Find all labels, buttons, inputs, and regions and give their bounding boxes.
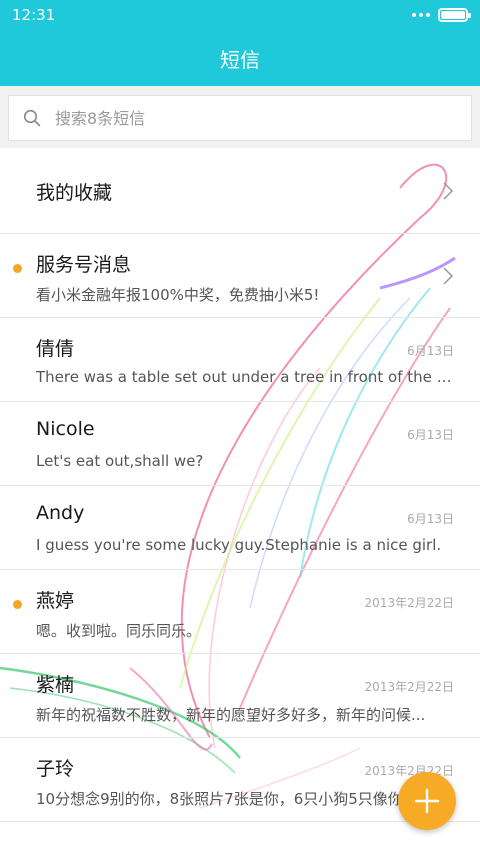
status-bar: 12:31 xyxy=(0,0,480,30)
conversation-row[interactable]: Andy 6月13日 I guess you're some lucky guy… xyxy=(0,486,480,570)
conversation-preview: Let's eat out,shall we? xyxy=(36,452,204,470)
conversation-date: 6月13日 xyxy=(407,512,454,526)
conversation-name: 燕婷 xyxy=(36,590,75,612)
conversation-preview: There was a table set out under a tree i… xyxy=(36,368,452,386)
new-message-button[interactable] xyxy=(398,772,456,830)
more-dots-icon xyxy=(412,13,430,17)
conversation-name: 服务号消息 xyxy=(36,254,132,276)
conversation-preview: 10分想念9别的你，8张照片7张是你，6只小狗5只像你... xyxy=(36,790,418,808)
conversation-name: 紫楠 xyxy=(36,674,75,696)
conversation-row[interactable]: 紫楠 2013年2月22日 新年的祝福数不胜数，新年的愿望好多好多，新年的问候.… xyxy=(0,654,480,738)
status-icons xyxy=(412,8,471,22)
conversation-name: 子玲 xyxy=(36,758,75,780)
conversation-list: 我的收藏 服务号消息 看小米金融年报100%中奖，免费抽小米5! 倩倩 6月13… xyxy=(0,148,480,822)
search-icon xyxy=(23,109,41,127)
search-box[interactable] xyxy=(8,95,472,141)
conversation-preview: 嗯。收到啦。同乐同乐。 xyxy=(36,622,202,640)
conversation-preview: 看小米金融年报100%中奖，免费抽小米5! xyxy=(36,286,320,304)
conversation-row[interactable]: 服务号消息 看小米金融年报100%中奖，免费抽小米5! xyxy=(0,234,480,318)
conversation-date: 6月13日 xyxy=(407,344,454,358)
conversation-name: Nicole xyxy=(36,418,95,440)
conversation-row[interactable]: 燕婷 2013年2月22日 嗯。收到啦。同乐同乐。 xyxy=(0,570,480,654)
conversation-row[interactable]: 倩倩 6月13日 There was a table set out under… xyxy=(0,318,480,402)
chevron-right-icon xyxy=(443,266,454,285)
conversation-row[interactable]: Nicole 6月13日 Let's eat out,shall we? xyxy=(0,402,480,486)
unread-dot xyxy=(13,264,22,273)
battery-icon xyxy=(438,8,471,22)
app-header: 短信 xyxy=(0,30,480,86)
search-input[interactable] xyxy=(55,108,435,128)
unread-dot xyxy=(13,600,22,609)
conversation-name: Andy xyxy=(36,502,85,524)
search-bar xyxy=(0,86,480,148)
plus-icon xyxy=(414,788,440,814)
page-title: 短信 xyxy=(220,47,260,72)
conversation-date: 2013年2月22日 xyxy=(364,680,454,694)
conversation-name: 倩倩 xyxy=(36,338,75,360)
favorites-row[interactable]: 我的收藏 xyxy=(0,148,480,234)
favorites-label: 我的收藏 xyxy=(36,182,113,204)
status-time: 12:31 xyxy=(12,6,56,24)
conversation-date: 2013年2月22日 xyxy=(364,596,454,610)
conversation-preview: I guess you're some lucky guy.Stephanie … xyxy=(36,536,442,554)
chevron-right-icon xyxy=(443,181,454,200)
conversation-preview: 新年的祝福数不胜数，新年的愿望好多好多，新年的问候... xyxy=(36,706,426,724)
conversation-date: 6月13日 xyxy=(407,428,454,442)
